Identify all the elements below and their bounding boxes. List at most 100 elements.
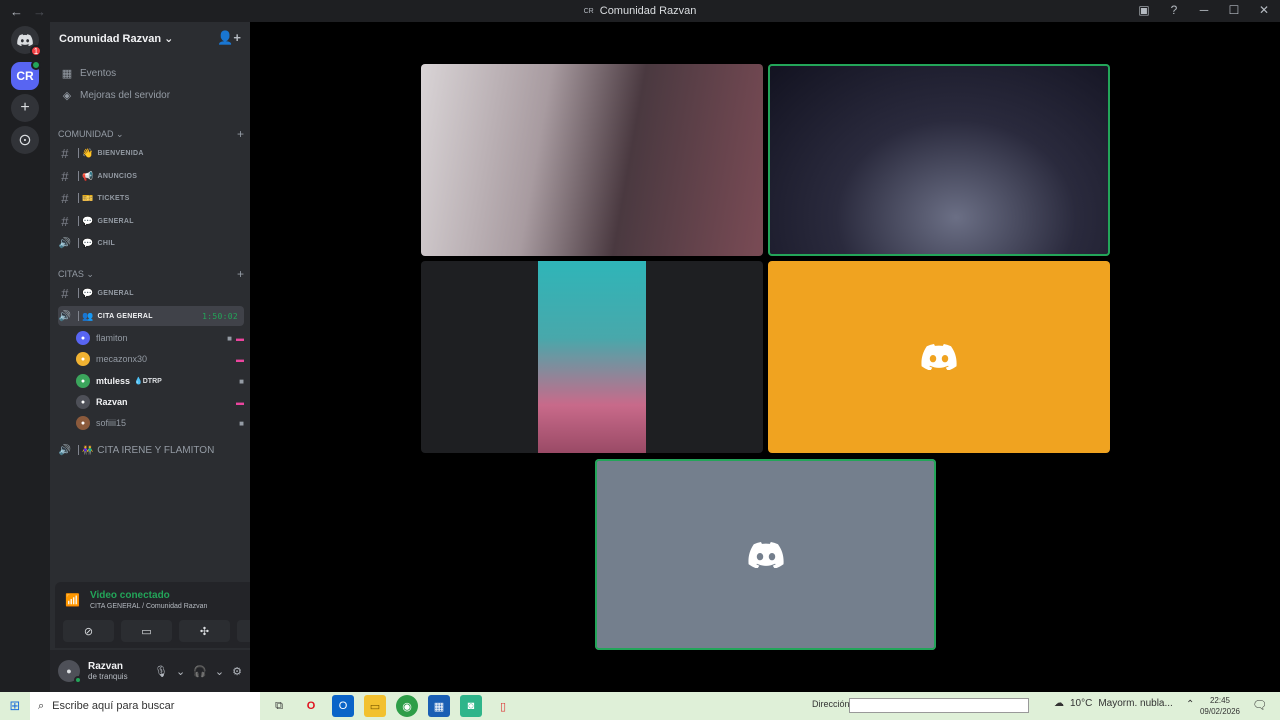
clock-date: 09/02/2026: [1199, 707, 1241, 716]
guild-header[interactable]: Comunidad Razvan ⌄ 👤+: [50, 22, 250, 54]
channel-name: GENERAL: [97, 217, 134, 225]
server-icon-comunidad-razvan[interactable]: CR: [11, 60, 41, 90]
channel-name: TICKETS: [97, 194, 130, 202]
forward-arrow-icon[interactable]: →: [33, 4, 46, 19]
participant-avatar-tile-4[interactable]: [768, 261, 1110, 453]
channel-sidebar: Comunidad Razvan ⌄ 👤+ ▦ Eventos ◈ Mejora…: [50, 22, 295, 692]
voice-user-razvan[interactable]: ● Razvan ▬: [76, 392, 244, 412]
document-icon[interactable]: ▯: [492, 695, 514, 717]
taskbar-search[interactable]: ⌕ Escribe aquí para buscar: [30, 692, 260, 720]
channel-name: CITA IRENE Y FLAMITON: [97, 444, 215, 456]
window-title-text: Comunidad Razvan: [599, 5, 697, 17]
avatar: ●: [76, 374, 90, 388]
task-view-icon[interactable]: ⧉: [268, 695, 290, 717]
address-input[interactable]: [849, 698, 1029, 713]
nav-eventos[interactable]: ▦ Eventos: [58, 63, 244, 83]
help-icon[interactable]: ?: [1166, 3, 1182, 17]
back-arrow-icon[interactable]: ←: [10, 4, 23, 19]
microphone-icon[interactable]: 🎙: [154, 665, 168, 678]
avatar[interactable]: ●: [58, 660, 82, 684]
toggle-camera-button[interactable]: ⊘: [63, 620, 114, 642]
category-comunidad[interactable]: COMUNIDAD ⌄ +: [58, 126, 244, 142]
avatar: ●: [76, 416, 90, 430]
user-name: sofiiii15: [96, 418, 127, 428]
activities-button[interactable]: ✣: [179, 620, 230, 642]
channel-emoji: 🎫: [82, 192, 94, 203]
nav-mejoras[interactable]: ◈ Mejoras del servidor: [58, 85, 244, 105]
live-stream-icon: ▬: [236, 354, 244, 364]
channel-citas-general[interactable]: # 💬 GENERAL: [58, 283, 244, 303]
channel-cita-general-active[interactable]: 🔊 👥 CITA GENERAL 1:50:02: [58, 306, 244, 326]
participant-video-tile-2[interactable]: [768, 64, 1110, 256]
signal-icon[interactable]: 📶: [65, 593, 80, 607]
user-name: flamiton: [96, 333, 128, 343]
user-panel-status: de tranquis: [88, 672, 128, 681]
weather-widget[interactable]: ☁ 10°C Mayorm. nubla...: [1054, 698, 1173, 709]
share-screen-button[interactable]: ▭: [121, 620, 172, 642]
outlook-icon[interactable]: O: [332, 695, 354, 717]
guild-name: Comunidad Razvan ⌄: [59, 32, 174, 45]
channel-emoji: 📢: [82, 170, 94, 181]
server-mini-badge: CR: [583, 7, 594, 15]
voice-location[interactable]: CITA GENERAL / Comunidad Razvan: [90, 603, 208, 610]
settings-gear-icon[interactable]: ⚙: [232, 665, 242, 678]
discord-logo-icon: [921, 344, 957, 370]
voice-user-sofiiii15[interactable]: ● sofiiii15 ■: [76, 413, 244, 433]
opera-icon[interactable]: O: [300, 695, 322, 717]
close-icon[interactable]: ✕: [1256, 3, 1272, 17]
nav-label: Mejoras del servidor: [80, 89, 171, 101]
channel-general[interactable]: # 💬 GENERAL: [58, 211, 244, 231]
window-titlebar: ← → CR Comunidad Razvan ▣ ? ─ ☐ ✕: [0, 0, 1280, 22]
create-channel-icon[interactable]: +: [237, 127, 244, 141]
channel-chil[interactable]: 🔊 💬 CHIL: [58, 233, 244, 253]
participant-avatar-tile-5[interactable]: [595, 459, 936, 650]
channel-tickets[interactable]: # 🎫 TICKETS: [58, 188, 244, 208]
clock-time: 22:45: [1209, 696, 1231, 705]
chevron-down-icon[interactable]: ⌄: [215, 665, 224, 678]
chevron-down-icon[interactable]: ⌄: [176, 665, 185, 678]
file-explorer-icon[interactable]: ▭: [364, 695, 386, 717]
text-channel-icon: #: [61, 190, 69, 206]
create-channel-icon[interactable]: +: [237, 267, 244, 281]
invite-people-icon[interactable]: 👤+: [217, 30, 241, 46]
search-icon: ⌕: [38, 699, 45, 712]
voice-connected-icon: 🔊: [58, 310, 72, 322]
nav-label: Eventos: [80, 67, 117, 79]
text-channel-icon: #: [61, 285, 69, 301]
windows-start-icon[interactable]: ⊞: [0, 698, 30, 714]
notifications-icon[interactable]: 🗨: [1252, 698, 1267, 712]
channel-anuncios[interactable]: # 📢 ANUNCIOS: [58, 166, 244, 186]
call-timer: 1:50:02: [202, 311, 238, 321]
maximize-icon[interactable]: ☐: [1226, 3, 1242, 17]
channel-name: BIENVENIDA: [97, 149, 144, 157]
user-name: Razvan: [96, 397, 128, 407]
discord-taskbar-icon[interactable]: ◙: [460, 695, 482, 717]
store-icon[interactable]: ▦: [428, 695, 450, 717]
discord-home-button[interactable]: 1: [11, 26, 42, 57]
chrome-icon[interactable]: ◉: [396, 695, 418, 717]
voice-user-mecazonx30[interactable]: ● mecazonx30 ▬: [76, 349, 244, 369]
text-channel-icon: #: [61, 168, 69, 184]
user-tag: 💧DTRP: [134, 378, 162, 385]
add-server-icon[interactable]: +: [11, 94, 39, 122]
voice-user-flamiton[interactable]: ● flamiton ■ ▬: [76, 328, 244, 348]
channel-bienvenida[interactable]: # 👋 BIENVENIDA: [58, 143, 244, 163]
voice-channel-icon: 🔊: [58, 444, 72, 456]
screen-share-icon[interactable]: ▣: [1136, 3, 1152, 17]
camera-off-icon: ⊘: [83, 625, 94, 638]
headphones-icon[interactable]: 🎧: [193, 665, 207, 678]
window-title: CR Comunidad Razvan: [0, 5, 1280, 17]
tray-chevron-up-icon[interactable]: ⌃: [1186, 699, 1194, 710]
discover-compass-icon[interactable]: ⊙: [11, 126, 39, 154]
live-stream-icon: ▬: [236, 333, 244, 343]
minimize-icon[interactable]: ─: [1196, 3, 1212, 17]
user-panel-name: Razvan: [88, 661, 124, 672]
voice-user-mtuless[interactable]: ● mtuless 💧DTRP ■: [76, 371, 244, 391]
channel-cita-irene-y-flamiton[interactable]: 🔊 👫 CITA IRENE Y FLAMITON: [58, 440, 244, 460]
category-citas[interactable]: CITAS ⌄ +: [58, 266, 244, 282]
text-channel-icon: #: [61, 145, 69, 161]
system-clock[interactable]: 22:45 09/02/2026: [1198, 695, 1242, 717]
channel-name: ANUNCIOS: [97, 172, 138, 180]
participant-video-tile-1[interactable]: [421, 64, 763, 256]
participant-video-tile-3[interactable]: [421, 261, 763, 453]
